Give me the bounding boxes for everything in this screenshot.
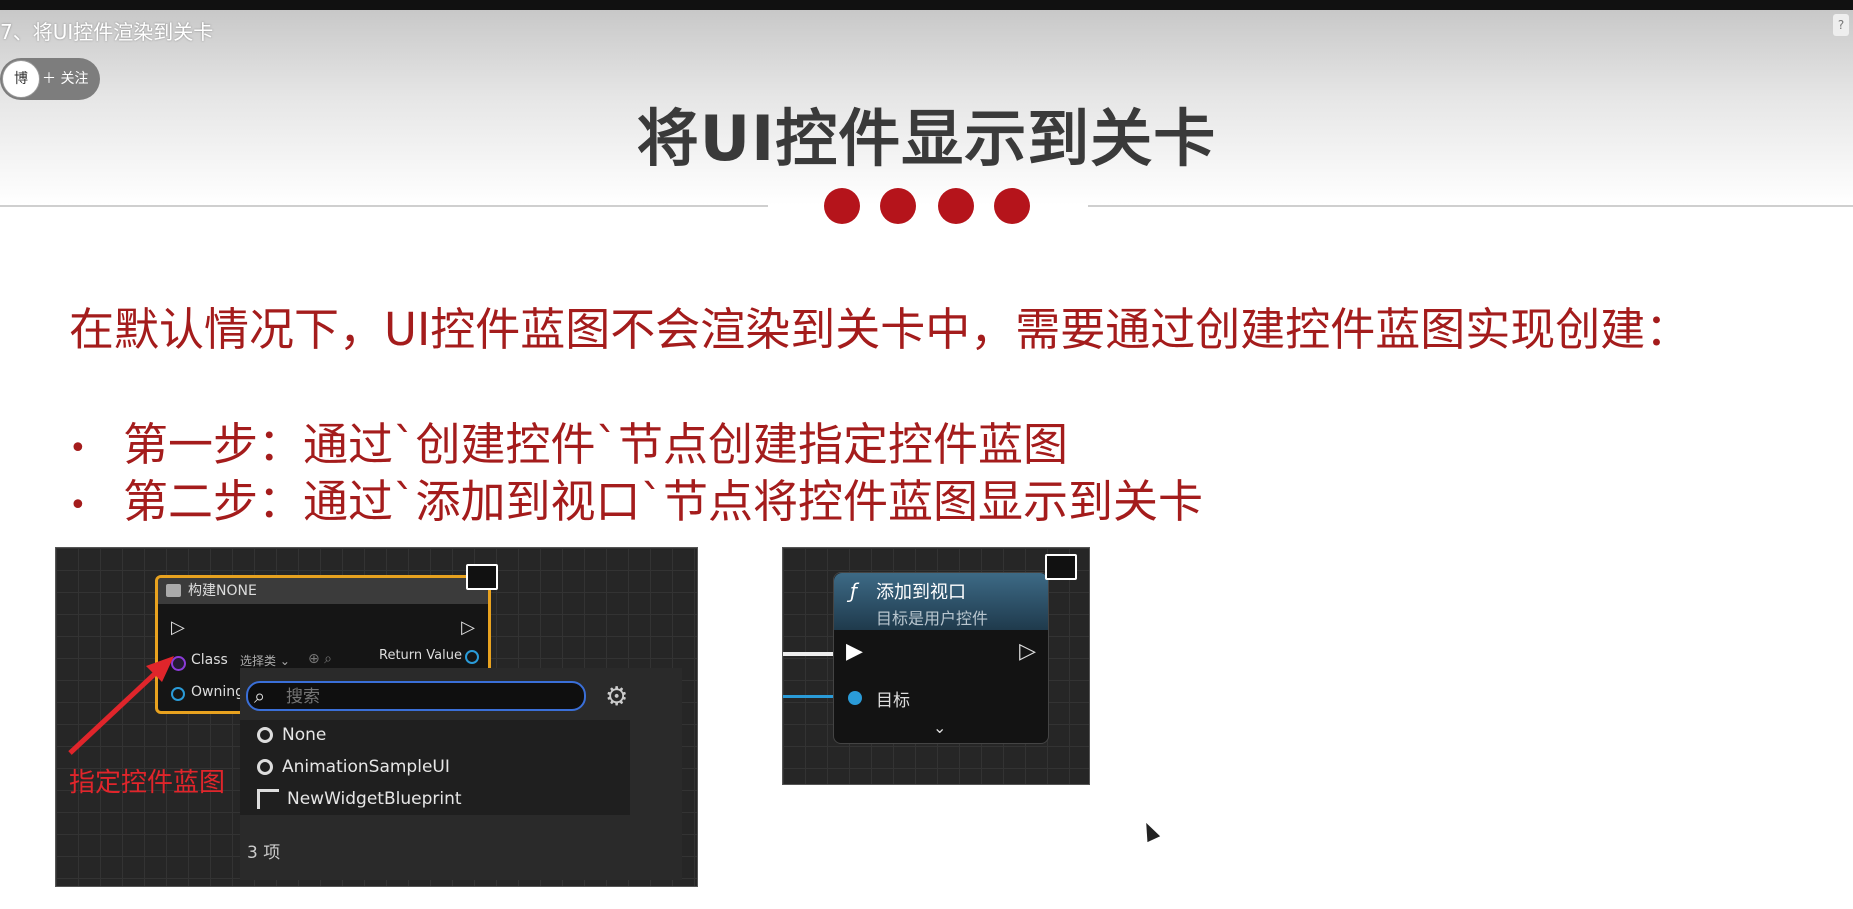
add-to-viewport-node[interactable]: ƒ 添加到视口 目标是用户控件 ▶ ▷ 目标 ⌄	[833, 572, 1049, 744]
target-pin-label: 目标	[876, 691, 910, 711]
create-widget-screenshot: 构建NONE ▷ ▷ Class 选择类 ⌄ ⊕ ⌕ Return Value …	[55, 547, 698, 887]
decor-dot	[938, 188, 974, 224]
exec-wire	[783, 652, 835, 656]
monitor-icon	[1045, 554, 1077, 580]
list-item-label: NewWidgetBlueprint	[287, 789, 462, 809]
browse-icon[interactable]: ⊕ ⌕	[308, 651, 332, 667]
slide-title: 将UI控件显示到关卡	[636, 102, 1217, 175]
exec-out-pin-icon[interactable]: ▷	[1019, 639, 1036, 664]
decor-dot	[880, 188, 916, 224]
mouse-cursor-icon	[1139, 819, 1161, 843]
function-icon: ƒ	[850, 579, 858, 603]
bullet-step-2: • 第二步：通过`添加到视口`节点将控件蓝图显示到关卡	[69, 465, 1203, 530]
title-divider-right	[1088, 205, 1853, 207]
intro-text: 在默认情况下，UI控件蓝图不会渲染到关卡中，需要通过创建控件蓝图实现创建：	[69, 303, 1691, 356]
list-item-label: AnimationSampleUI	[282, 757, 450, 777]
bullet-icon: •	[69, 430, 87, 466]
annotation-arrow	[68, 656, 174, 755]
target-pin-icon[interactable]	[848, 691, 862, 705]
list-item[interactable]: None	[257, 722, 326, 748]
node-subtitle: 目标是用户控件	[876, 609, 989, 628]
node-title: 添加到视口	[876, 582, 966, 603]
widget-blueprint-icon	[257, 789, 279, 809]
list-item[interactable]: NewWidgetBlueprint	[257, 786, 462, 812]
list-item-label: None	[282, 725, 327, 745]
bullet-text: 第二步：通过`添加到视口`节点将控件蓝图显示到关卡	[123, 475, 1204, 528]
decor-dot	[824, 188, 860, 224]
exec-in-pin-icon[interactable]: ▶	[846, 639, 863, 664]
class-list: None AnimationSampleUI NewWidgetBlueprin…	[240, 720, 630, 815]
return-value-label: Return Value	[379, 648, 462, 663]
bullet-icon: •	[69, 487, 87, 523]
class-icon	[257, 759, 273, 775]
bullet-text: 第一步：通过`创建控件`节点创建指定控件蓝图	[123, 418, 1069, 471]
list-item[interactable]: AnimationSampleUI	[257, 754, 450, 780]
decor-dot	[994, 188, 1030, 224]
top-bar	[0, 0, 1853, 10]
video-title: 7、将UI控件渲染到关卡	[0, 20, 214, 44]
gear-icon[interactable]: ⚙	[605, 682, 628, 712]
node-header: ƒ 添加到视口 目标是用户控件	[834, 573, 1048, 630]
bullet-step-1: • 第一步：通过`创建控件`节点创建指定控件蓝图	[69, 408, 1068, 473]
monitor-icon	[466, 564, 498, 590]
class-picker-popup: ⌕ ⚙ None AnimationSampleUI NewWidgetBlue…	[240, 668, 682, 880]
chevron-down-icon[interactable]: ⌄	[933, 718, 946, 737]
return-pin-icon[interactable]	[465, 650, 479, 664]
exec-out-pin-icon[interactable]: ▷	[461, 617, 475, 638]
title-divider-left	[0, 205, 768, 207]
item-count: 3 项	[247, 843, 281, 863]
search-box[interactable]: ⌕	[246, 681, 586, 711]
add-to-viewport-screenshot: ƒ 添加到视口 目标是用户控件 ▶ ▷ 目标 ⌄	[782, 547, 1090, 785]
search-input[interactable]	[284, 683, 578, 711]
annotation-label: 指定控件蓝图	[69, 768, 226, 798]
follow-label[interactable]: ＋ 关注	[42, 68, 88, 88]
class-icon	[257, 727, 273, 743]
feedback-icon[interactable]: ?	[1833, 14, 1849, 36]
